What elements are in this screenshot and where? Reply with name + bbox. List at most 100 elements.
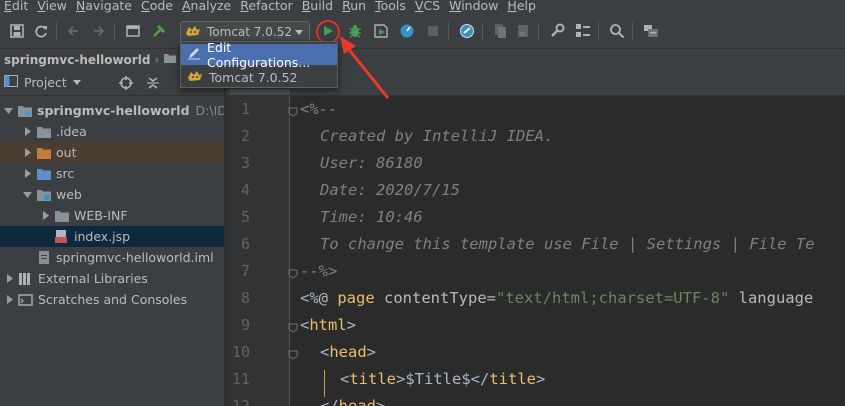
menu-code[interactable]: Code xyxy=(141,0,173,13)
code-token: < xyxy=(300,316,310,334)
chevron-down-icon xyxy=(295,30,303,35)
stop-icon[interactable] xyxy=(424,22,442,40)
toolbar-separator xyxy=(598,22,599,40)
tree-item-label: web xyxy=(56,187,82,202)
toolbar-separator xyxy=(482,22,483,40)
library-icon xyxy=(18,272,34,286)
chevron-right-icon[interactable] xyxy=(40,211,50,221)
line-number: 8 xyxy=(240,289,250,307)
menu-window[interactable]: Window xyxy=(449,0,498,13)
line-number: 2 xyxy=(240,127,250,145)
search-icon[interactable] xyxy=(608,22,626,40)
forward-icon[interactable] xyxy=(90,22,108,40)
tree-item[interactable]: springmvc-helloworld D:\IDEA\ xyxy=(0,100,224,121)
fold-marker-icon[interactable] xyxy=(288,268,298,279)
tree-item[interactable]: springmvc-helloworld.iml xyxy=(0,247,224,268)
editor-gutter: 1 2 3 4 5 6 7 8 9 10 11 12 xyxy=(226,96,290,406)
tomcat-configuration-item[interactable]: Tomcat 7.0.52 xyxy=(181,67,337,88)
code-line: <head> xyxy=(320,343,376,361)
code-token: Time: 10:46 xyxy=(320,208,423,226)
chevron-right-icon[interactable] xyxy=(4,274,14,284)
profile-icon[interactable] xyxy=(398,22,416,40)
tree-item[interactable]: Scratches and Consoles xyxy=(0,289,224,310)
chevron-right-icon[interactable] xyxy=(22,169,32,179)
tomcat-icon xyxy=(187,69,203,86)
build-icon[interactable] xyxy=(150,22,168,40)
chevron-down-icon[interactable] xyxy=(4,106,13,116)
code-token: title xyxy=(349,370,397,388)
toolbar-separator xyxy=(632,22,633,40)
menu-build[interactable]: Build xyxy=(302,0,333,13)
vcs-commit-icon[interactable] xyxy=(514,22,532,40)
tree-item[interactable]: External Libraries xyxy=(0,268,224,289)
fold-marker-icon[interactable] xyxy=(288,322,298,333)
line-number: 7 xyxy=(240,262,250,280)
menu-tools[interactable]: Tools xyxy=(375,0,406,13)
line-number: 11 xyxy=(231,370,250,388)
menu-run[interactable]: Run xyxy=(342,0,366,13)
pencil-icon xyxy=(187,46,201,63)
chevron-right-icon[interactable] xyxy=(4,295,14,305)
iml-file-icon xyxy=(36,250,52,265)
sdk-icon[interactable] xyxy=(574,22,592,40)
menu-refactor[interactable]: Refactor xyxy=(240,0,292,13)
menu-bar: Edit View Navigate Code Analyze Refactor Build… xyxy=(0,0,845,14)
project-panel-title[interactable]: Project xyxy=(24,75,67,90)
code-token: < xyxy=(340,370,350,388)
menu-analyze[interactable]: Analyze xyxy=(182,0,231,13)
tree-item-label: WEB-INF xyxy=(74,208,128,223)
tree-item[interactable]: index.jsp xyxy=(0,226,224,247)
code-token: = xyxy=(486,289,496,307)
terminal-icon[interactable] xyxy=(642,22,660,40)
tree-item-label: External Libraries xyxy=(38,271,148,286)
code-editor[interactable]: 1 2 3 4 5 6 7 8 9 10 11 12 <%-- Created by IntelliJ … xyxy=(226,96,845,406)
save-icon[interactable] xyxy=(8,22,26,40)
tree-item[interactable]: web xyxy=(0,184,224,205)
collapse-all-icon[interactable] xyxy=(145,75,161,94)
web-folder-icon xyxy=(36,188,52,202)
project-tool-window: Project springmvc-helloworld D:\IDEA\ .ide… xyxy=(0,70,225,406)
chevron-right-icon[interactable] xyxy=(22,127,32,137)
tree-item[interactable]: WEB-INF xyxy=(0,205,224,226)
chevron-down-icon[interactable] xyxy=(22,190,32,200)
chevron-right-icon[interactable] xyxy=(22,148,32,158)
sync-icon[interactable] xyxy=(32,22,50,40)
tree-item[interactable]: .idea xyxy=(0,121,224,142)
tab-index-jsp[interactable] xyxy=(230,89,290,95)
code-token: > xyxy=(346,316,357,334)
menu-edit[interactable]: Edit xyxy=(4,0,28,13)
tomcat-icon xyxy=(185,24,201,41)
locate-file-icon[interactable] xyxy=(118,75,134,94)
vcs-icon[interactable] xyxy=(492,22,510,40)
breadcrumb-project[interactable]: springmvc-helloworld xyxy=(4,53,150,67)
line-number: 5 xyxy=(240,208,250,226)
menu-help[interactable]: Help xyxy=(507,0,536,13)
code-token: Created by IntelliJ IDEA. xyxy=(320,127,554,145)
code-token: To change this template use File | Setti… xyxy=(320,235,815,253)
excluded-folder-icon xyxy=(36,146,52,160)
line-number: 4 xyxy=(240,181,250,199)
code-line: <html> xyxy=(300,316,356,334)
settings-icon[interactable] xyxy=(548,22,566,40)
tree-item-label: .idea xyxy=(56,124,87,139)
toolbar-separator xyxy=(114,22,115,40)
breadcrumb-separator: › xyxy=(154,52,160,67)
fold-marker-icon[interactable] xyxy=(288,106,298,117)
line-number: 3 xyxy=(240,154,250,172)
code-token: > xyxy=(366,343,377,361)
menu-view[interactable]: View xyxy=(37,0,67,13)
line-number: 10 xyxy=(231,343,250,361)
back-icon[interactable] xyxy=(64,22,82,40)
edit-configurations-item[interactable]: Edit Configurations... xyxy=(181,40,337,70)
tree-item[interactable]: out xyxy=(0,142,224,163)
code-token: contentType xyxy=(384,289,487,307)
project-structure-icon[interactable] xyxy=(124,22,142,40)
chevron-down-icon[interactable] xyxy=(72,80,81,85)
fold-marker-icon[interactable] xyxy=(288,349,298,360)
update-icon[interactable] xyxy=(458,22,476,40)
menu-navigate[interactable]: Navigate xyxy=(76,0,132,13)
jsp-file-icon xyxy=(54,229,70,244)
menu-vcs[interactable]: VCS xyxy=(415,0,440,13)
tree-item[interactable]: src xyxy=(0,163,224,184)
